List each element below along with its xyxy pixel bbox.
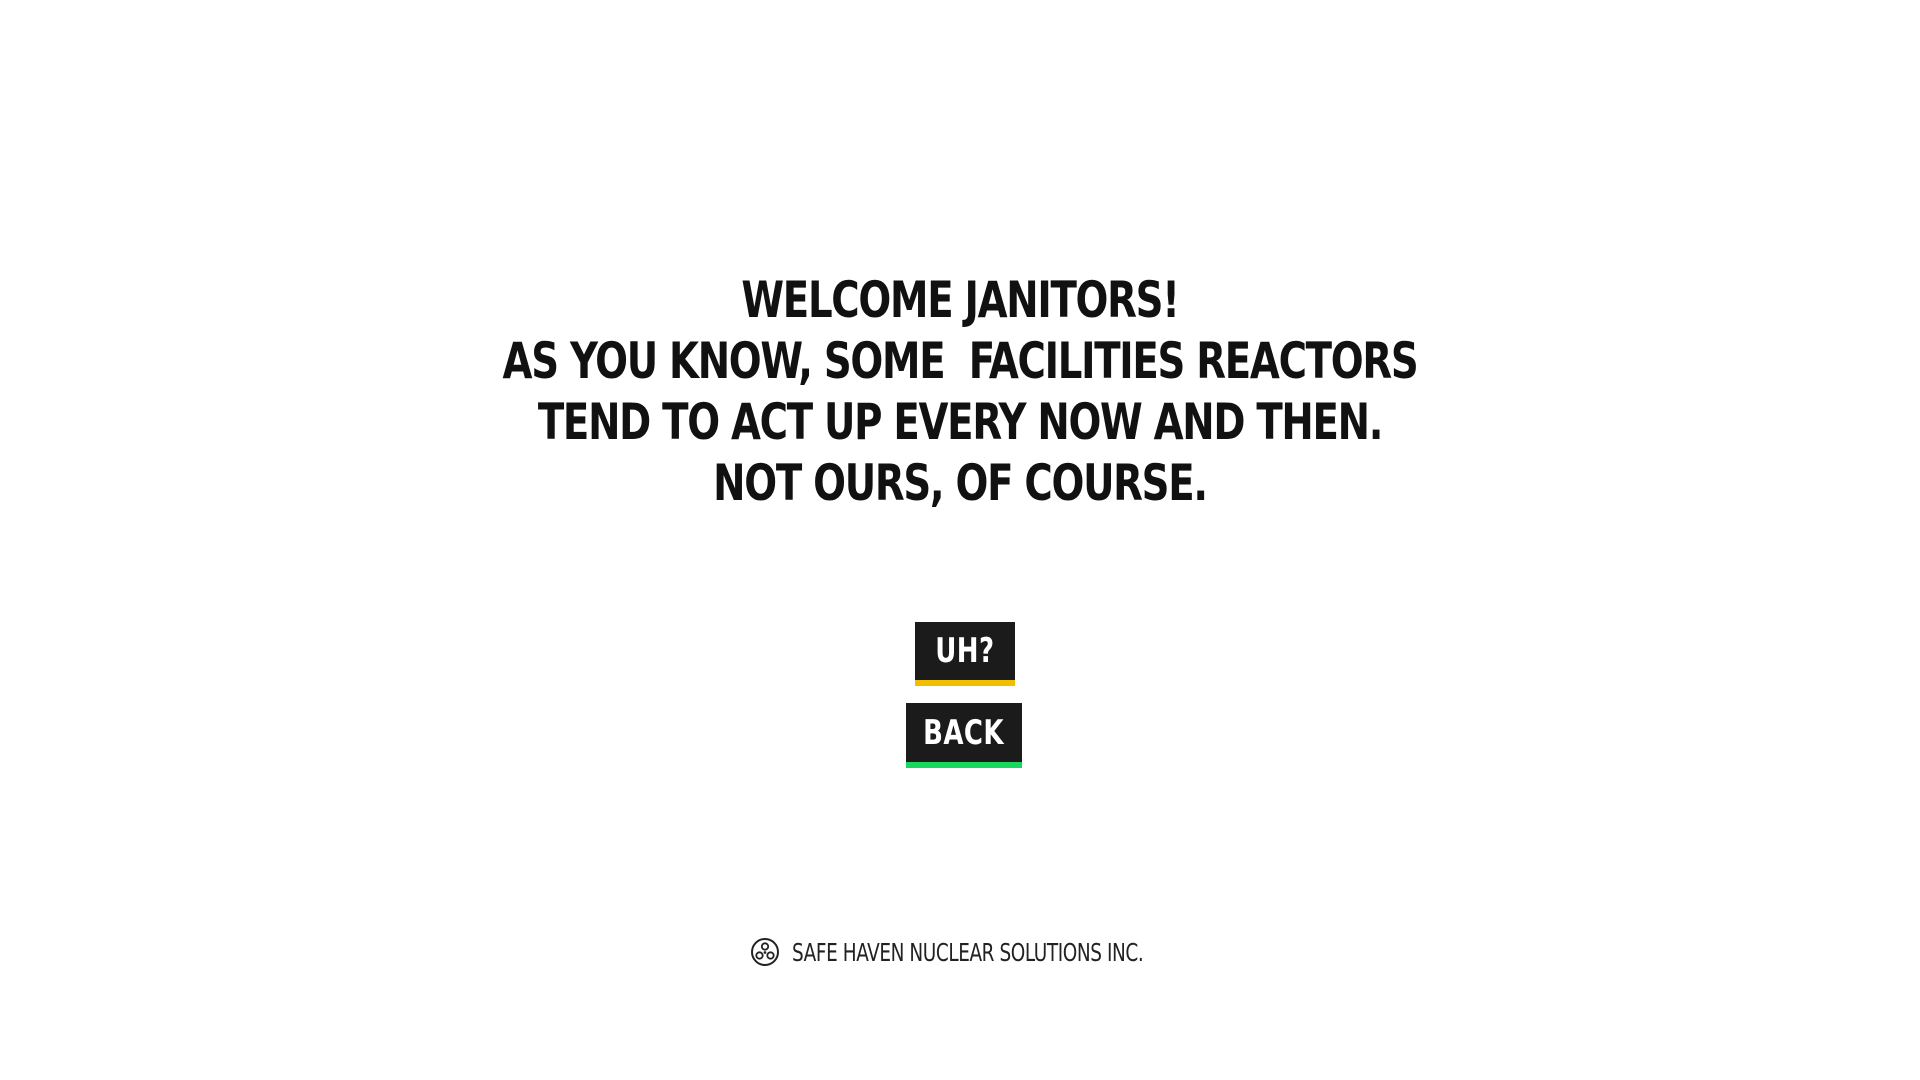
- company-name: SAFE HAVEN NUCLEAR SOLUTIONS INC.: [791, 937, 1144, 967]
- intro-message: WELCOME JANITORS! AS YOU KNOW, SOME FACI…: [134, 270, 1785, 514]
- back-button[interactable]: BACK: [906, 703, 1022, 768]
- intro-line-act-up: TEND TO ACT UP EVERY NOW AND THEN.: [537, 393, 1384, 451]
- intro-line-welcome: WELCOME JANITORS!: [741, 271, 1179, 329]
- uh-button-label: UH?: [935, 631, 995, 671]
- company-footer: SAFE HAVEN NUCLEAR SOLUTIONS INC.: [0, 937, 1920, 967]
- intro-line-not-ours: NOT OURS, OF COURSE.: [713, 454, 1208, 512]
- uh-button[interactable]: UH?: [915, 622, 1015, 686]
- game-screen: WELCOME JANITORS! AS YOU KNOW, SOME FACI…: [0, 0, 1920, 1080]
- intro-line-reactors: AS YOU KNOW, SOME FACILITIES REACTORS: [502, 332, 1419, 390]
- radiation-logo-icon: [750, 937, 780, 967]
- back-button-label: BACK: [923, 712, 1005, 753]
